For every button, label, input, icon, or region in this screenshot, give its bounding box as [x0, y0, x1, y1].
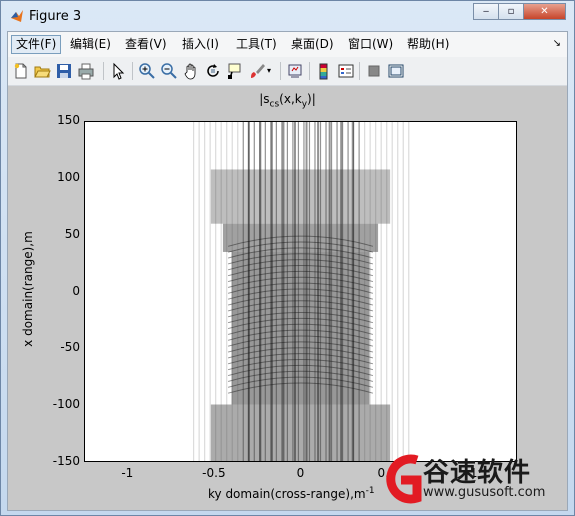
menu-bar: 文件(F) 编辑(E) 查看(V) 插入(I) 工具(T) 桌面(D) 窗口(W…	[8, 32, 567, 57]
figure-window: Figure 3 ‒ ▫ ✕ 文件(F) 编辑(E) 查看(V) 插入(I) 工…	[0, 0, 575, 516]
plot-title: |scs(x,ky)|	[259, 92, 316, 110]
open-file-icon[interactable]	[33, 62, 51, 80]
link-plot-icon[interactable]	[286, 62, 304, 80]
matlab-icon	[11, 10, 23, 22]
menu-edit[interactable]: 编辑(E)	[66, 36, 115, 53]
save-icon[interactable]	[55, 62, 73, 80]
brush-icon[interactable]	[248, 62, 266, 80]
insert-legend-icon[interactable]	[337, 62, 355, 80]
gususoft-logo-icon	[386, 454, 422, 504]
heatmap-band	[210, 404, 391, 461]
x-tick-label: -1	[121, 466, 134, 480]
window-title: Figure 3	[29, 9, 82, 24]
new-figure-icon[interactable]	[12, 62, 30, 80]
edit-plot-icon[interactable]	[109, 62, 127, 80]
x-axis-label: ky domain(cross-range),m-1	[208, 486, 375, 501]
pan-icon[interactable]	[182, 62, 200, 80]
menu-help[interactable]: 帮助(H)	[403, 36, 453, 53]
rotate-3d-icon[interactable]	[204, 62, 222, 80]
figure-client-area: 文件(F) 编辑(E) 查看(V) 插入(I) 工具(T) 桌面(D) 窗口(W…	[7, 31, 568, 511]
y-tick-label: 0	[72, 283, 80, 298]
maximize-button[interactable]: ▫	[498, 3, 524, 20]
toolbar-separator	[132, 62, 133, 80]
plot-axes[interactable]	[84, 121, 517, 462]
menu-insert[interactable]: 插入(I)	[178, 36, 223, 53]
menu-view[interactable]: 查看(V)	[121, 36, 171, 53]
caption-buttons: ‒ ▫ ✕	[473, 3, 566, 20]
x-tick-label: -0.5	[202, 466, 226, 480]
toolbar-separator	[309, 62, 310, 80]
watermark-url: www.gususoft.com	[423, 485, 546, 500]
minimize-button[interactable]: ‒	[473, 3, 499, 20]
hide-plot-tools-icon[interactable]	[365, 62, 383, 80]
y-tick-label: 50	[64, 226, 80, 241]
watermark-logo: 谷速软件 www.gususoft.com	[377, 450, 567, 510]
menu-tools[interactable]: 工具(T)	[232, 36, 281, 53]
y-tick-label: -50	[60, 340, 80, 355]
toolbar-separator	[280, 62, 281, 80]
menu-file[interactable]: 文件(F)	[11, 35, 62, 54]
brush-dropdown-icon[interactable]: ▾	[267, 66, 271, 75]
y-tick-label: 150	[57, 113, 80, 127]
zoom-out-icon[interactable]	[160, 62, 178, 80]
y-tick-label: -150	[52, 454, 80, 468]
close-button[interactable]: ✕	[523, 3, 566, 20]
figure-canvas[interactable]: |scs(x,ky)| 150 100 50 0 -50 -100 -150 -1 -0.5 0…	[8, 86, 567, 510]
data-cursor-icon[interactable]	[226, 62, 244, 80]
toolbar-separator	[359, 62, 360, 80]
x-tick-label: 0	[296, 466, 305, 480]
show-plot-tools-icon[interactable]	[387, 62, 405, 80]
menu-window[interactable]: 窗口(W)	[344, 36, 397, 53]
zoom-in-icon[interactable]	[138, 62, 156, 80]
y-tick-label: 100	[57, 169, 80, 184]
toolbar-separator	[103, 62, 104, 80]
menubar-overflow-icon[interactable]: ↘	[553, 38, 561, 49]
menu-desktop[interactable]: 桌面(D)	[287, 36, 338, 53]
print-icon[interactable]	[77, 62, 95, 80]
figure-toolbar: ▾	[8, 57, 567, 86]
insert-colorbar-icon[interactable]	[315, 62, 333, 80]
title-bar[interactable]: Figure 3 ‒ ▫ ✕	[1, 1, 574, 31]
heatmap-image	[193, 122, 410, 461]
y-axis-label: x domain(range),m	[21, 231, 35, 347]
y-tick-label: -100	[52, 397, 80, 412]
heatmap-band	[210, 169, 391, 224]
watermark-text: 谷速软件	[423, 458, 532, 488]
